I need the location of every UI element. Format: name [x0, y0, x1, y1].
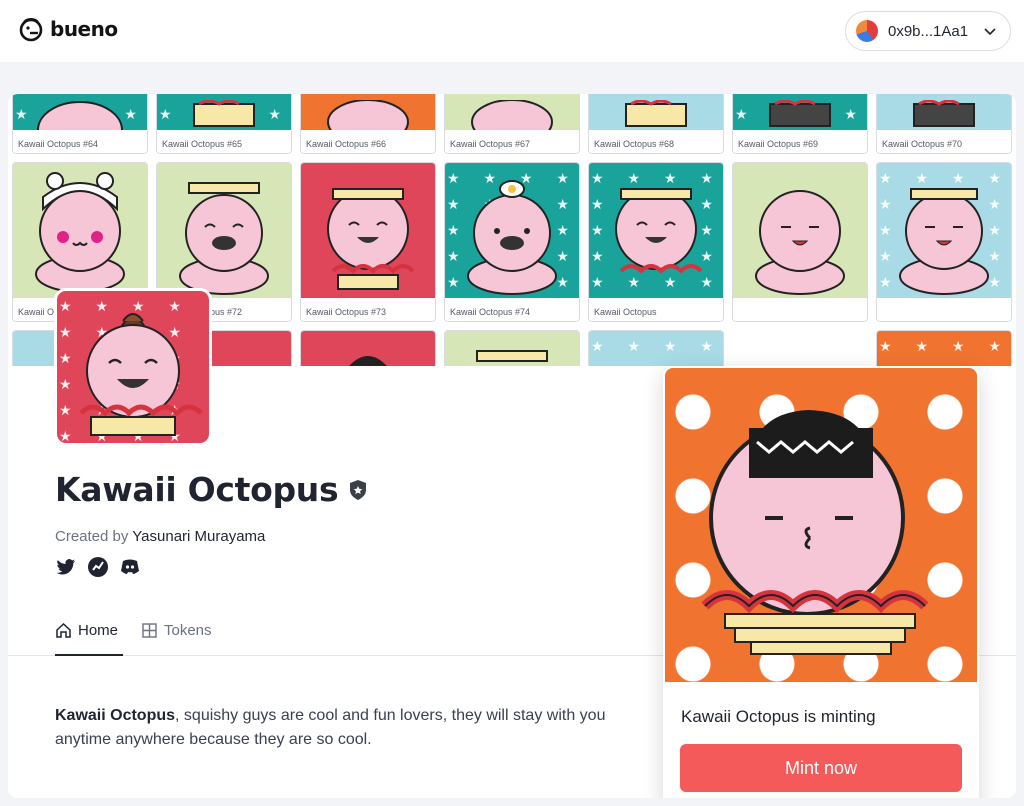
brand-name: bueno — [50, 17, 118, 41]
nft-image — [445, 331, 579, 366]
collection-title: Kawaii Octopus — [55, 470, 368, 509]
wallet-avatar — [856, 20, 878, 42]
nft-image — [877, 94, 1011, 130]
nft-caption: Kawaii O — [18, 307, 55, 317]
wallet-address: 0x9b...1Aa1 — [888, 22, 969, 40]
nft-image — [13, 94, 147, 130]
nft-caption: Kawaii Octopus #70 — [882, 139, 963, 149]
nft-image — [157, 94, 291, 130]
top-bar: bueno 0x9b...1Aa1 — [0, 0, 1024, 62]
nft-tile[interactable]: Kawaii Octopus #66 — [300, 94, 436, 154]
stats-icon[interactable] — [87, 556, 109, 578]
nft-tile[interactable]: Kawaii Octopus #73 — [300, 162, 436, 322]
created-by-label: Created by — [55, 528, 129, 545]
twitter-icon[interactable] — [55, 556, 77, 578]
nft-tile[interactable]: Kawaii Octopus — [588, 162, 724, 322]
tab-home[interactable]: Home — [55, 622, 123, 656]
collection-description: Kawaii Octopus, squishy guys are cool an… — [55, 704, 615, 752]
creator-line: Created by Yasunari Murayama — [55, 528, 265, 545]
discord-icon[interactable] — [119, 556, 141, 578]
mint-now-button[interactable]: Mint now — [680, 744, 962, 792]
nft-caption: Kawaii Octopus — [594, 307, 657, 317]
chevron-down-icon — [984, 28, 996, 36]
nft-caption: Kawaii Octopus #67 — [450, 139, 531, 149]
social-links — [55, 556, 141, 578]
nft-tile[interactable]: Kawaii Octopus #65 — [156, 94, 292, 154]
mint-preview-image — [665, 368, 977, 682]
collection-avatar — [54, 288, 212, 446]
nft-tile[interactable] — [876, 330, 1012, 366]
nft-caption: Kawaii Octopus #69 — [738, 139, 819, 149]
nft-image — [733, 94, 867, 130]
nft-tile[interactable] — [876, 162, 1012, 322]
nft-tile[interactable]: Kawaii Octopus #69 — [732, 94, 868, 154]
collection-page: Kawaii Octopus #64 Kawaii Octopus #65 Ka… — [8, 94, 1016, 798]
nft-image — [445, 163, 579, 298]
nft-image — [877, 331, 1011, 366]
nft-image — [589, 331, 723, 366]
nft-image — [877, 163, 1011, 298]
nft-caption: Kawaii Octopus #66 — [306, 139, 387, 149]
description-bold: Kawaii Octopus — [55, 707, 176, 724]
verified-shield-icon — [350, 479, 367, 500]
tab-home-label: Home — [78, 622, 119, 639]
nft-image — [157, 163, 291, 298]
bueno-logo-icon — [19, 17, 43, 42]
home-icon — [56, 622, 71, 638]
nft-image — [301, 163, 435, 298]
nft-tile[interactable]: Kawaii Octopus #64 — [12, 94, 148, 154]
creator-name[interactable]: Yasunari Murayama — [132, 528, 265, 545]
nft-tile[interactable]: Kawaii Octopus #70 — [876, 94, 1012, 154]
tab-tokens-label: Tokens — [164, 622, 212, 639]
nft-caption: Kawaii Octopus #68 — [594, 139, 675, 149]
nft-tile[interactable]: Kawaii Octopus #68 — [588, 94, 724, 154]
nft-tile[interactable]: Kawaii Octopus #67 — [444, 94, 580, 154]
wallet-button[interactable]: 0x9b...1Aa1 — [845, 11, 1011, 51]
nft-tile[interactable] — [300, 330, 436, 366]
mint-status-text: Kawaii Octopus is minting — [681, 707, 876, 726]
grid-icon — [142, 623, 157, 638]
nft-image — [301, 331, 435, 366]
nft-tile[interactable] — [588, 330, 724, 366]
nft-image — [13, 163, 147, 298]
nft-caption: Kawaii Octopus #65 — [162, 139, 243, 149]
nft-tile[interactable]: Kawaii Octopus #74 — [444, 162, 580, 322]
nft-image — [445, 94, 579, 130]
nft-image — [301, 94, 435, 130]
brand-logo[interactable]: bueno — [18, 16, 118, 42]
nft-caption: Kawaii Octopus #64 — [18, 139, 99, 149]
nft-image — [733, 163, 867, 298]
mint-card: Kawaii Octopus is minting Mint now — [663, 366, 979, 798]
nft-image — [589, 163, 723, 298]
nft-image — [589, 94, 723, 130]
collection-title-text: Kawaii Octopus — [55, 470, 339, 509]
nft-tile[interactable] — [732, 162, 868, 322]
nft-tile[interactable] — [444, 330, 580, 366]
nft-caption: Kawaii Octopus #73 — [306, 307, 387, 317]
nft-caption: Kawaii Octopus #74 — [450, 307, 531, 317]
tab-tokens[interactable]: Tokens — [141, 622, 212, 656]
